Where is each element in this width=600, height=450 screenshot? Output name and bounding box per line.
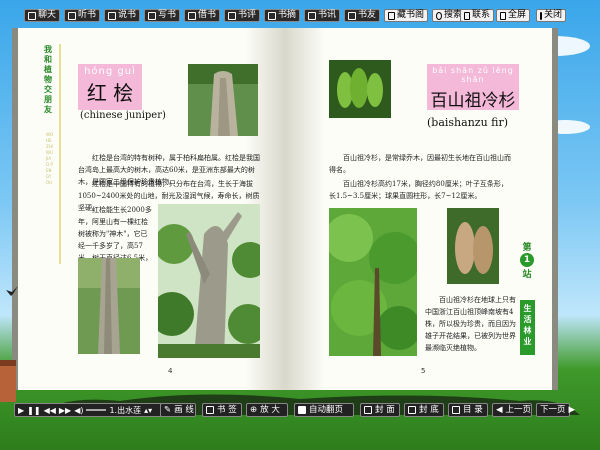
plant-name: 红 桧 bbox=[86, 81, 134, 105]
plant-latin-name: (chinese juniper) bbox=[80, 110, 166, 121]
cover-icon bbox=[364, 406, 372, 414]
pencil-icon: ✎ bbox=[164, 405, 172, 415]
pause-icon[interactable]: ❚❚ bbox=[27, 406, 40, 415]
toolbar-button-fullscreen[interactable]: 全屏 bbox=[496, 9, 530, 22]
next-page-icon: ▶ bbox=[568, 405, 576, 415]
contents-button[interactable]: 目 录 bbox=[448, 403, 488, 417]
review-icon bbox=[228, 11, 236, 20]
volume-icon[interactable]: ◀) bbox=[74, 406, 83, 415]
volume-slider[interactable] bbox=[86, 409, 107, 411]
toolbar-button-close[interactable]: 关闭 bbox=[536, 9, 566, 22]
brown-cones-photo bbox=[447, 208, 499, 284]
toolbar-button-contact[interactable]: 联系 bbox=[460, 9, 494, 22]
bookmark-icon bbox=[206, 406, 214, 414]
vertical-divider bbox=[59, 44, 61, 264]
vertical-book-title: 我和植物交朋友 bbox=[44, 44, 52, 114]
right-paragraph-3: 百山祖冷杉在地球上只有中国浙江百山祖顶峰南坡有4株，所以极为珍贵，而且因为雄子开… bbox=[425, 296, 516, 352]
title-pinyin: hóng guì bbox=[84, 66, 136, 77]
bookcase-icon bbox=[388, 11, 395, 20]
fir-forest-photo bbox=[329, 208, 417, 356]
back-cover-button[interactable]: 封 底 bbox=[404, 403, 444, 417]
title-box: hóng guì 红 桧 bbox=[78, 64, 142, 110]
toolbar-button-bookcase[interactable]: 藏书阁 bbox=[384, 9, 428, 22]
vertical-subtitle: WO HE ZHIWU JIAO PENGYOU bbox=[46, 132, 54, 185]
top-toolbar: 聊天 听书 说书 写书 借书 书评 书摘 书讯 书友 藏书阁 搜索 联系 全屏 … bbox=[0, 0, 600, 30]
toolbar-button-listen[interactable]: 听书 bbox=[64, 9, 100, 22]
play-icon[interactable]: ▶ bbox=[18, 406, 24, 415]
sacred-tree-photo bbox=[158, 204, 260, 358]
toolbar-button-write[interactable]: 写书 bbox=[144, 9, 180, 22]
next-track-icon[interactable]: ▶▶ bbox=[59, 406, 71, 415]
chapter-prefix: 第 bbox=[522, 243, 532, 253]
right-paragraph-2: 百山祖冷杉高约17米，胸径约80厘米；叶子互条形，长1.5~3.5厘米；球果直圆… bbox=[329, 180, 508, 200]
music-player: ▶ ❚❚ ◀◀ ▶▶ ◀) 1.出水莲 ▴▾ bbox=[14, 403, 172, 417]
zoom-in-button[interactable]: ⊕ 放 大 bbox=[246, 403, 288, 417]
plant-name: 百山祖冷杉 bbox=[430, 91, 516, 111]
track-selector-icon[interactable]: ▴▾ bbox=[144, 406, 152, 415]
draw-line-button[interactable]: ✎ 画 线 bbox=[160, 403, 196, 417]
section-label: 生活林业 bbox=[520, 300, 535, 355]
microphone-icon bbox=[108, 11, 116, 20]
prev-page-button[interactable]: ◀ 上一页 bbox=[492, 403, 532, 417]
right-page[interactable]: bǎi shān zǔ lěng shān 百山祖冷杉 (baishanzu f… bbox=[285, 28, 558, 390]
checkbox-icon bbox=[500, 11, 506, 20]
left-page[interactable]: 我和植物交朋友 WO HE ZHIWU JIAO PENGYOU hóng gu… bbox=[12, 28, 285, 390]
next-page-button[interactable]: 下一页 ▶ bbox=[536, 403, 575, 417]
pen-icon bbox=[148, 11, 156, 20]
bottom-toolbar: ▶ ❚❚ ◀◀ ▶▶ ◀) 1.出水莲 ▴▾ ✎ 画 线 书 签 ⊕ 放 大 自动翻… bbox=[14, 403, 575, 417]
mail-icon bbox=[464, 11, 470, 20]
toolbar-button-tell[interactable]: 说书 bbox=[104, 9, 140, 22]
back-cover-icon bbox=[408, 406, 416, 414]
chapter-number: 1 bbox=[520, 253, 534, 267]
bookmark-button[interactable]: 书 签 bbox=[202, 403, 242, 417]
right-paragraph-1: 百山祖冷杉，是常绿乔木，因最初生长地在百山祖山而得名。 bbox=[329, 154, 511, 174]
friends-icon bbox=[348, 11, 356, 20]
borrow-book-icon bbox=[188, 11, 196, 20]
zoom-in-icon: ⊕ bbox=[250, 405, 258, 415]
title-pinyin: bǎi shān zǔ lěng shān bbox=[432, 66, 514, 84]
book-spread: 我和植物交朋友 WO HE ZHIWU JIAO PENGYOU hóng gu… bbox=[12, 28, 558, 390]
excerpt-icon bbox=[268, 11, 276, 20]
toolbar-button-excerpt[interactable]: 书摘 bbox=[264, 9, 300, 22]
cover-button[interactable]: 封 面 bbox=[360, 403, 400, 417]
chat-icon bbox=[28, 11, 36, 20]
toolbar-button-borrow[interactable]: 借书 bbox=[184, 9, 220, 22]
auto-flip-button[interactable]: 自动翻页 bbox=[294, 403, 354, 417]
toolbar-button-chat[interactable]: 聊天 bbox=[24, 9, 60, 22]
red-cypress-trunk-photo bbox=[188, 64, 258, 136]
fir-cones-photo bbox=[329, 60, 391, 118]
plant-latin-name: (baishanzu fir) bbox=[427, 116, 509, 129]
toolbar-button-news[interactable]: 书讯 bbox=[304, 9, 340, 22]
headphones-icon bbox=[68, 11, 76, 20]
contents-icon bbox=[452, 406, 460, 414]
left-page-number: 4 bbox=[168, 367, 173, 375]
news-icon bbox=[308, 11, 316, 20]
close-icon bbox=[540, 11, 542, 20]
title-box: bǎi shān zǔ lěng shān 百山祖冷杉 bbox=[427, 64, 519, 111]
toolbar-button-friends[interactable]: 书友 bbox=[344, 9, 380, 22]
red-cypress-forest-photo bbox=[78, 258, 140, 354]
bird-silhouette bbox=[6, 286, 18, 296]
track-name: 1.出水莲 bbox=[109, 405, 142, 415]
chapter-suffix: 站 bbox=[522, 270, 532, 280]
right-page-number: 5 bbox=[421, 367, 426, 375]
chapter-marker: 第 1 站 bbox=[517, 240, 537, 280]
prev-track-icon[interactable]: ◀◀ bbox=[44, 406, 56, 415]
toolbar-button-review[interactable]: 书评 bbox=[224, 9, 260, 22]
search-icon bbox=[436, 11, 442, 20]
prev-page-icon: ◀ bbox=[496, 405, 503, 415]
auto-flip-icon bbox=[298, 406, 306, 414]
